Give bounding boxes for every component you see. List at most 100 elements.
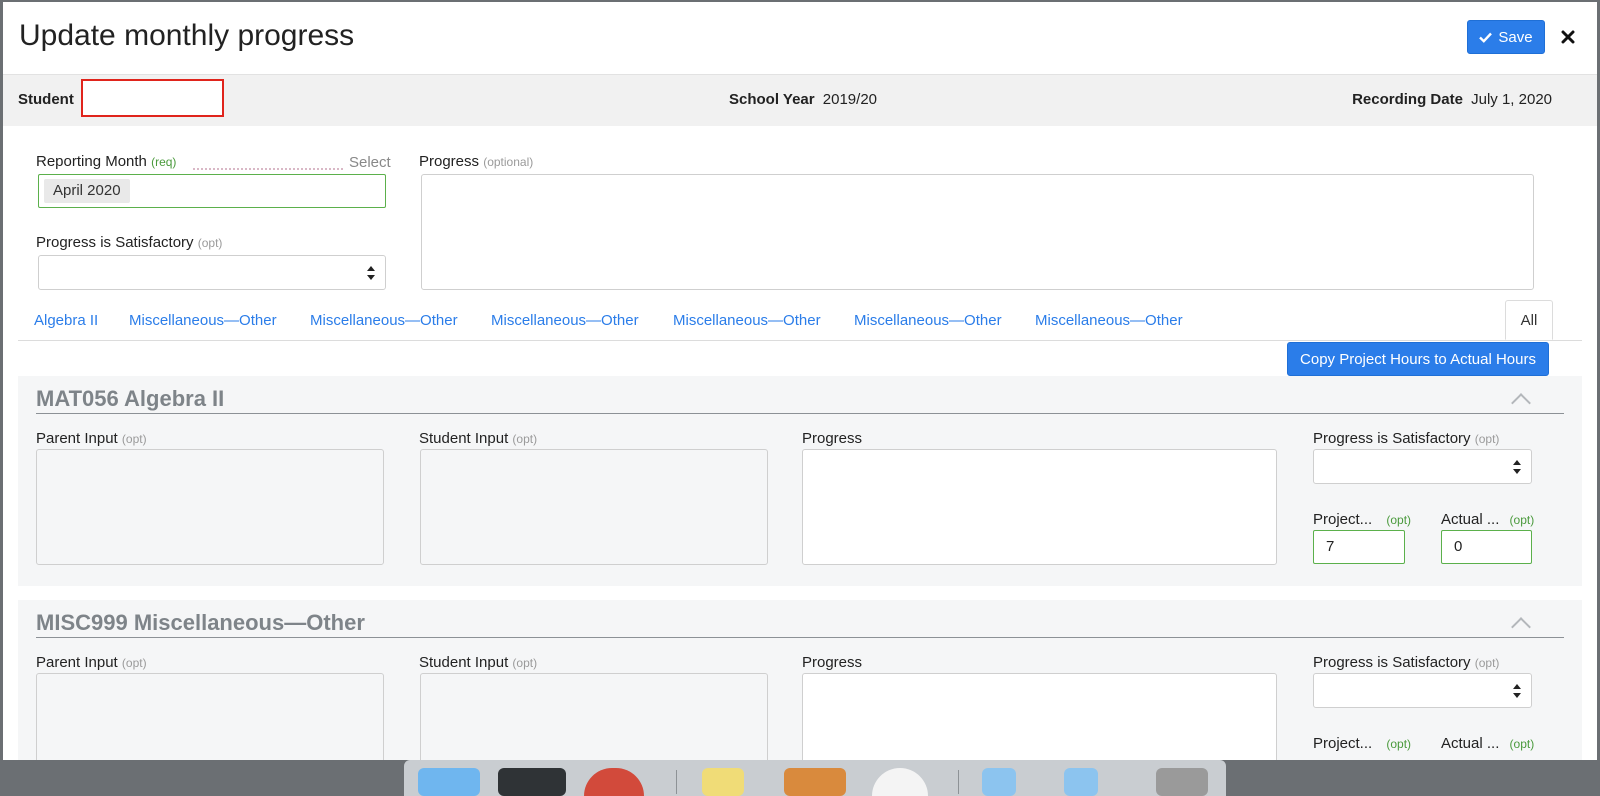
optional-hint: (opt)	[197, 236, 223, 250]
course-progress-label-text: Progress	[802, 654, 863, 671]
actual-hours-label-text: Actual ...	[1441, 511, 1500, 528]
modal-title: Update monthly progress	[19, 19, 355, 52]
dock-separator	[958, 770, 959, 794]
tab-all[interactable]: All	[1505, 300, 1553, 340]
copy-hours-button[interactable]: Copy Project Hours to Actual Hours	[1287, 342, 1549, 376]
optional-hint: (opt)	[1509, 737, 1535, 751]
actual-hours-label-text: Actual ...	[1441, 735, 1500, 752]
optional-hint: (optional)	[483, 155, 534, 169]
course-satisfactory-label-text: Progress is Satisfactory	[1313, 430, 1471, 447]
chrome-icon[interactable]	[584, 768, 644, 796]
parent-input-label-text: Parent Input	[36, 430, 118, 447]
tab-misc-3[interactable]: Miscellaneous—Other	[491, 312, 639, 329]
student-input-label-text: Student Input	[419, 430, 509, 447]
tab-misc-6[interactable]: Miscellaneous—Other	[1035, 312, 1183, 329]
check-icon	[1479, 32, 1493, 43]
projected-hours-label: Project... (opt)	[1313, 735, 1411, 752]
course-progress-label-text: Progress	[802, 430, 863, 447]
finder-icon[interactable]	[418, 768, 480, 796]
notes-icon[interactable]	[702, 768, 744, 796]
dock-separator	[676, 770, 677, 794]
student-input-label: Student Input (opt)	[419, 654, 537, 671]
optional-hint: (opt)	[1386, 737, 1412, 751]
reporting-month-label-text: Reporting Month	[36, 153, 147, 170]
student-input-textarea[interactable]	[420, 673, 768, 760]
reporting-month-input[interactable]: April 2020	[38, 174, 386, 208]
projected-hours-label-text: Project...	[1313, 735, 1373, 752]
close-button[interactable]	[1556, 24, 1580, 50]
tab-misc-5[interactable]: Miscellaneous—Other	[854, 312, 1002, 329]
projected-hours-label-text: Project...	[1313, 511, 1373, 528]
parent-input-textarea[interactable]	[36, 449, 384, 565]
course-divider	[36, 413, 1564, 414]
course-satisfactory-label: Progress is Satisfactory (opt)	[1313, 430, 1499, 447]
projected-hours-label: Project... (opt)	[1313, 511, 1411, 528]
info-bar: Student School Year 2019/20 Recording Da…	[3, 75, 1597, 126]
course-progress-label: Progress	[802, 430, 862, 447]
optional-hint: (opt)	[121, 432, 147, 446]
chevron-up-icon[interactable]	[1511, 393, 1531, 413]
parent-input-label: Parent Input (opt)	[36, 654, 147, 671]
round-app-icon[interactable]	[872, 768, 928, 796]
os-dock	[404, 760, 1226, 796]
student-input-label-text: Student Input	[419, 654, 509, 671]
course-progress-label: Progress	[802, 654, 862, 671]
satisfactory-label-text: Progress is Satisfactory	[36, 234, 194, 251]
folder-icon[interactable]	[1064, 768, 1098, 796]
course-divider	[36, 637, 1564, 638]
updown-arrows-icon	[367, 265, 375, 280]
course-progress-textarea[interactable]	[802, 673, 1277, 760]
course-satisfactory-select[interactable]	[1313, 449, 1532, 484]
optional-hint: (opt)	[1509, 513, 1535, 527]
save-button[interactable]: Save	[1467, 20, 1545, 54]
label-dotted-leader	[193, 168, 343, 170]
chevron-up-icon[interactable]	[1511, 617, 1531, 637]
course-panel: MAT056 Algebra II Parent Input (opt) Stu…	[18, 376, 1582, 586]
progress-label: Progress (optional)	[419, 153, 533, 170]
reporting-month-label: Reporting Month (req)	[36, 153, 176, 170]
course-satisfactory-select[interactable]	[1313, 673, 1532, 708]
optional-hint: (opt)	[512, 656, 538, 670]
recording-date-value: July 1, 2020	[1471, 91, 1552, 108]
parent-input-textarea[interactable]	[36, 673, 384, 760]
actual-hours-label: Actual ... (opt)	[1441, 735, 1534, 752]
optional-hint: (opt)	[121, 656, 147, 670]
school-year-label: School Year	[729, 91, 815, 108]
updown-arrows-icon	[1513, 459, 1521, 474]
student-field: Student	[18, 91, 74, 108]
student-input[interactable]	[81, 79, 224, 117]
course-title: MISC999 Miscellaneous—Other	[36, 610, 365, 635]
tab-misc-4[interactable]: Miscellaneous—Other	[673, 312, 821, 329]
progress-textarea[interactable]	[421, 174, 1534, 290]
optional-hint: (opt)	[1474, 432, 1500, 446]
actual-hours-label: Actual ... (opt)	[1441, 511, 1534, 528]
projected-hours-input[interactable]: 7	[1313, 530, 1405, 564]
satisfactory-select[interactable]	[38, 255, 386, 290]
satisfactory-label: Progress is Satisfactory (opt)	[36, 234, 222, 251]
course-satisfactory-label-text: Progress is Satisfactory	[1313, 654, 1471, 671]
tab-misc-2[interactable]: Miscellaneous—Other	[310, 312, 458, 329]
optional-hint: (opt)	[1474, 656, 1500, 670]
course-panel: MISC999 Miscellaneous—Other Parent Input…	[18, 600, 1582, 760]
student-label: Student	[18, 91, 74, 108]
reporting-month-chip[interactable]: April 2020	[44, 179, 130, 203]
trash-icon[interactable]	[1156, 768, 1208, 796]
modal-body: Reporting Month (req) Select April 2020 …	[3, 126, 1597, 760]
optional-hint: (opt)	[1386, 513, 1412, 527]
recording-date: Recording Date July 1, 2020	[1352, 91, 1552, 108]
app-icon[interactable]	[498, 768, 566, 796]
tab-algebra-ii[interactable]: Algebra II	[34, 312, 98, 329]
student-input-label: Student Input (opt)	[419, 430, 537, 447]
reporting-month-select-link[interactable]: Select	[349, 154, 391, 171]
required-hint: (req)	[151, 155, 177, 169]
progress-modal: Update monthly progress Save Student Sch…	[3, 2, 1597, 760]
shield-icon[interactable]	[784, 768, 846, 796]
course-satisfactory-label: Progress is Satisfactory (opt)	[1313, 654, 1499, 671]
tab-misc-1[interactable]: Miscellaneous—Other	[129, 312, 277, 329]
folder-icon[interactable]	[982, 768, 1016, 796]
school-year: School Year 2019/20	[729, 91, 877, 108]
course-progress-textarea[interactable]	[802, 449, 1277, 565]
actual-hours-input[interactable]: 0	[1441, 530, 1532, 564]
close-icon	[1561, 30, 1575, 44]
student-input-textarea[interactable]	[420, 449, 768, 565]
